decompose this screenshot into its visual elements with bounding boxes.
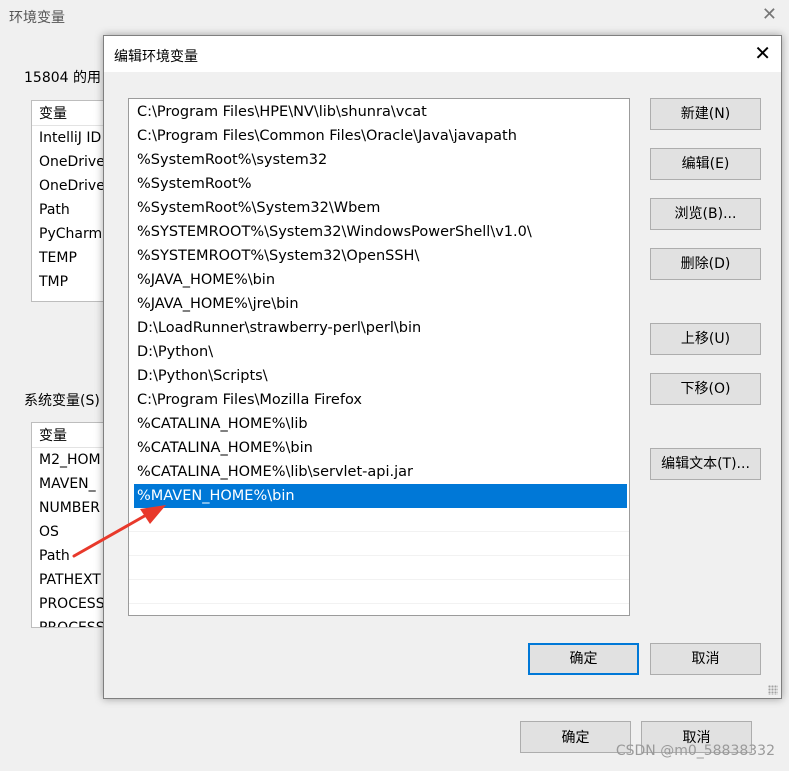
watermark: CSDN @m0_58838332 (615, 743, 775, 759)
dialog-title: 编辑环境变量 (114, 49, 198, 65)
path-entry[interactable]: %CATALINA_HOME%\bin (129, 436, 629, 460)
path-entry-selected[interactable]: %MAVEN_HOME%\bin (134, 484, 627, 508)
user-vars-group-label: 15804 的用 (24, 67, 101, 87)
system-vars-header[interactable]: 变量 (32, 423, 112, 448)
path-entry[interactable]: %SystemRoot%\system32 (129, 148, 629, 172)
edit-text-button[interactable]: 编辑文本(T)... (650, 448, 761, 480)
path-entry[interactable]: D:\Python\ (129, 340, 629, 364)
path-entry[interactable]: %SYSTEMROOT%\System32\OpenSSH\ (129, 244, 629, 268)
edit-env-var-dialog: 编辑环境变量 ✕ C:\Program Files\HPE\NV\lib\shu… (103, 35, 782, 699)
ok-button[interactable]: 确定 (528, 643, 639, 675)
empty-list-row[interactable] (129, 556, 629, 580)
edit-button[interactable]: 编辑(E) (650, 148, 761, 180)
user-vars-header[interactable]: 变量 (32, 101, 112, 126)
cancel-button[interactable]: 取消 (650, 643, 761, 675)
window-title: 环境变量 (9, 10, 65, 26)
user-vars-list[interactable]: 变量 IntelliJ ID OneDrive OneDrive Path PyChar… (31, 100, 113, 302)
path-entries-list[interactable]: C:\Program Files\HPE\NV\lib\shunra\vcat C… (128, 98, 630, 616)
path-entry[interactable]: C:\Program Files\Mozilla Firefox (129, 388, 629, 412)
move-up-button[interactable]: 上移(U) (650, 323, 761, 355)
path-entry[interactable]: %SYSTEMROOT%\System32\WindowsPowerShell\… (129, 220, 629, 244)
system-vars-list[interactable]: 变量 M2_HOM MAVEN_ NUMBER OS Path PATHEXT PROCES… (31, 422, 113, 628)
user-var-row[interactable]: PyCharm (32, 222, 112, 246)
system-var-row[interactable]: OS (32, 520, 112, 544)
browse-button[interactable]: 浏览(B)... (650, 198, 761, 230)
system-var-row[interactable]: Path (32, 544, 112, 568)
system-var-row[interactable]: PROCESS (32, 616, 112, 627)
path-entry[interactable]: %CATALINA_HOME%\lib\servlet-api.jar (129, 460, 629, 484)
close-icon[interactable]: ✕ (762, 4, 777, 25)
user-var-row[interactable]: Path (32, 198, 112, 222)
path-entry[interactable]: D:\Python\Scripts\ (129, 364, 629, 388)
user-var-row[interactable]: IntelliJ ID (32, 126, 112, 150)
empty-list-row[interactable] (129, 580, 629, 604)
path-entry[interactable]: C:\Program Files\HPE\NV\lib\shunra\vcat (129, 100, 629, 124)
system-var-row[interactable]: MAVEN_ (32, 472, 112, 496)
user-var-row[interactable]: OneDrive (32, 150, 112, 174)
user-var-row[interactable]: OneDrive (32, 174, 112, 198)
user-var-row[interactable]: TMP (32, 270, 112, 294)
system-var-row[interactable]: M2_HOM (32, 448, 112, 472)
path-entry[interactable]: %JAVA_HOME%\jre\bin (129, 292, 629, 316)
path-entry[interactable]: C:\Program Files\Common Files\Oracle\Jav… (129, 124, 629, 148)
empty-list-row[interactable] (129, 532, 629, 556)
delete-button[interactable]: 删除(D) (650, 248, 761, 280)
system-var-row[interactable]: PATHEXT (32, 568, 112, 592)
user-var-row[interactable]: TEMP (32, 246, 112, 270)
system-vars-group-label: 系统变量(S) (24, 390, 100, 410)
close-icon[interactable]: ✕ (754, 41, 771, 65)
path-entry[interactable]: %CATALINA_HOME%\lib (129, 412, 629, 436)
path-entry[interactable]: %SystemRoot%\System32\Wbem (129, 196, 629, 220)
system-var-row[interactable]: PROCESS (32, 592, 112, 616)
system-var-row[interactable]: NUMBER (32, 496, 112, 520)
empty-list-row[interactable] (129, 508, 629, 532)
new-button[interactable]: 新建(N) (650, 98, 761, 130)
path-entry[interactable]: %SystemRoot% (129, 172, 629, 196)
path-entry[interactable]: %JAVA_HOME%\bin (129, 268, 629, 292)
move-down-button[interactable]: 下移(O) (650, 373, 761, 405)
dialog-titlebar: 编辑环境变量 ✕ (104, 36, 781, 72)
path-entry[interactable]: D:\LoadRunner\strawberry-perl\perl\bin (129, 316, 629, 340)
env-ok-button[interactable]: 确定 (520, 721, 631, 753)
resize-grip-icon[interactable] (768, 685, 778, 695)
